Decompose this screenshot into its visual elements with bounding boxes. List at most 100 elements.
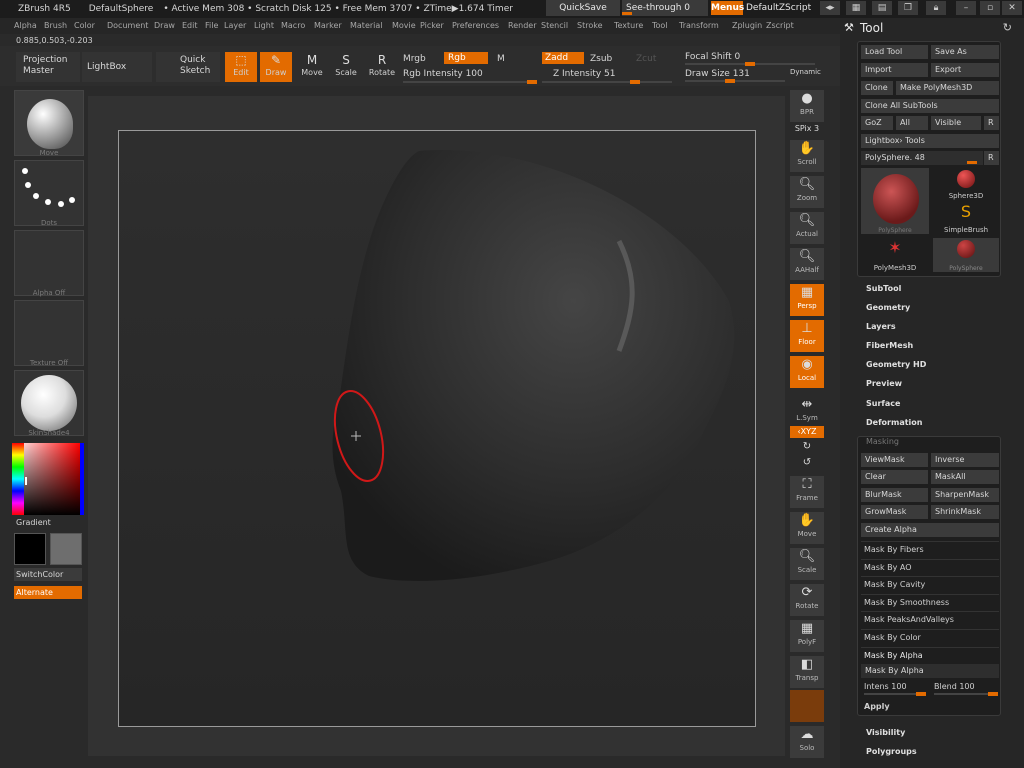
scale-view-button[interactable]: 🔍︎ Scale [790, 548, 824, 580]
ghost-button[interactable] [790, 690, 824, 722]
goz-visible-button[interactable]: Visible [931, 116, 981, 130]
mrgb-button[interactable]: Mrgb [403, 54, 426, 64]
arrows-icon[interactable]: ◂▸ [820, 1, 840, 15]
see-through-slider[interactable]: See-through 0 [622, 0, 708, 16]
subpalette-geometry[interactable]: Geometry [866, 303, 910, 312]
draw-size-slider[interactable] [685, 79, 785, 83]
mask-option-mask-by-cavity[interactable]: Mask By Cavity [861, 576, 999, 592]
layout-icon[interactable]: ▦ [846, 1, 866, 15]
focal-shift-slider[interactable] [685, 62, 815, 66]
transp-button[interactable]: ◧ Transp [790, 656, 824, 688]
frame-button[interactable]: ⛶ Frame [790, 476, 824, 508]
export-button[interactable]: Export [931, 63, 999, 77]
menus-toggle[interactable]: Menus [711, 1, 744, 15]
subpalette-visibility[interactable]: Visibility [866, 728, 905, 737]
goz-r-button[interactable]: R [984, 116, 999, 130]
intens-handle[interactable] [916, 692, 926, 696]
m-button[interactable]: M [497, 54, 505, 64]
brush-thumbnail[interactable] [14, 90, 84, 156]
subpalette-layers[interactable]: Layers [866, 322, 896, 331]
rotate-reverse-icon[interactable]: ↺ [790, 456, 824, 470]
current-tool-slider[interactable]: PolySphere. 48 [861, 151, 983, 165]
goz-button[interactable]: GoZ [861, 116, 893, 130]
sculpt-head-model[interactable] [119, 131, 756, 727]
mask-option-mask-peaksandvalleys[interactable]: Mask PeaksAndValleys [861, 611, 999, 627]
menu-marker[interactable]: Marker [314, 21, 342, 30]
actual-button[interactable]: 🔍︎ Actual [790, 212, 824, 244]
tool-thumb-sphere3d[interactable]: Sphere3D [933, 168, 999, 200]
subpalette-polygroups[interactable]: Polygroups [866, 747, 917, 756]
create-alpha-button[interactable]: Create Alpha [861, 523, 999, 537]
mask-option-mask-by-fibers[interactable]: Mask By Fibers [861, 541, 999, 557]
menu-brush[interactable]: Brush [44, 21, 67, 30]
subpalette-preview[interactable]: Preview [866, 379, 902, 388]
inverse-button[interactable]: Inverse [931, 453, 999, 467]
goz-all-button[interactable]: All [896, 116, 928, 130]
blurmask-button[interactable]: BlurMask [861, 488, 928, 502]
refresh-icon[interactable]: ↻ [1003, 21, 1012, 34]
load-tool-button[interactable]: Load Tool [861, 45, 928, 59]
spix-slider[interactable]: SPix 3 [790, 124, 824, 133]
clone-button[interactable]: Clone [861, 81, 893, 95]
menu-stroke[interactable]: Stroke [577, 21, 603, 30]
subpalette-surface[interactable]: Surface [866, 399, 900, 408]
move-button[interactable]: M Move [296, 52, 328, 82]
local-button[interactable]: ◉ Local [790, 356, 824, 388]
mask-by-alpha-field[interactable]: Mask By Alpha [861, 664, 999, 678]
zadd-button[interactable]: Zadd [542, 52, 584, 64]
lsym-button[interactable]: ⇹ L.Sym [790, 396, 824, 428]
canvas[interactable] [118, 130, 756, 727]
menu-file[interactable]: File [205, 21, 218, 30]
move-view-button[interactable]: ✋ Move [790, 512, 824, 544]
mask-option-mask-by-smoothness[interactable]: Mask By Smoothness [861, 593, 999, 610]
viewmask-button[interactable]: ViewMask [861, 453, 928, 467]
windows-icon[interactable]: ❐ [898, 1, 918, 15]
tool-thumb-polysphere[interactable]: PolySphere [933, 238, 999, 272]
subpalette-fibermesh[interactable]: FiberMesh [866, 341, 913, 350]
masking-title[interactable]: Masking [866, 437, 899, 446]
rotate-button[interactable]: R Rotate [366, 52, 398, 82]
xyz-button[interactable]: ‹XYZ [790, 426, 824, 438]
projection-master-button[interactable]: Projection Master [16, 52, 80, 82]
color-picker[interactable] [12, 443, 84, 515]
menu-preferences[interactable]: Preferences [452, 21, 499, 30]
sharpenmask-button[interactable]: SharpenMask [931, 488, 999, 502]
menu-stencil[interactable]: Stencil [541, 21, 568, 30]
polyf-button[interactable]: ▦ PolyF [790, 620, 824, 652]
draw-button[interactable]: ✎ Draw [260, 52, 292, 82]
z-intensity-slider[interactable] [542, 80, 672, 84]
alternate-button[interactable]: Alternate [14, 586, 82, 599]
subpalette-geometry-hd[interactable]: Geometry HD [866, 360, 926, 369]
draw-size-handle[interactable] [725, 79, 735, 83]
mask-option-mask-by-alpha[interactable]: Mask By Alpha [861, 646, 999, 663]
lightbox-tools-button[interactable]: Lightbox› Tools [861, 134, 999, 148]
zsub-button[interactable]: Zsub [590, 54, 612, 64]
zcut-button[interactable]: Zcut [636, 54, 656, 64]
aahalf-button[interactable]: 🔍︎ AAHalf [790, 248, 824, 280]
switchcolor-button[interactable]: SwitchColor [14, 568, 82, 581]
floor-button[interactable]: ⊥ Floor [790, 320, 824, 352]
menu-tool[interactable]: Tool [652, 21, 668, 30]
subpalette-deformation[interactable]: Deformation [866, 418, 922, 427]
apply-button[interactable]: Apply [864, 702, 890, 711]
lightbox-button[interactable]: LightBox [82, 52, 152, 82]
menu-texture[interactable]: Texture [614, 21, 643, 30]
z-intensity-handle[interactable] [630, 80, 640, 84]
menu-layer[interactable]: Layer [224, 21, 246, 30]
quicksave-button[interactable]: QuickSave [546, 0, 620, 16]
gradient-toggle[interactable]: Gradient [16, 518, 51, 527]
menu-movie[interactable]: Movie [392, 21, 416, 30]
menu-draw[interactable]: Draw [154, 21, 175, 30]
bpr-button[interactable]: ● BPR [790, 90, 824, 122]
tool-r-button[interactable]: R [984, 151, 999, 165]
maskall-button[interactable]: MaskAll [931, 470, 999, 484]
rgb-button[interactable]: Rgb [444, 52, 488, 64]
menu-edit[interactable]: Edit [182, 21, 198, 30]
focal-shift-handle[interactable] [745, 62, 755, 66]
blend-slider[interactable] [934, 692, 998, 696]
rgb-intensity-slider[interactable] [403, 80, 537, 84]
tool-thumb-simplebrush[interactable]: S SimpleBrush [933, 202, 999, 234]
rgb-intensity-handle[interactable] [527, 80, 537, 84]
lock-icon[interactable]: 🔒︎ [926, 1, 946, 15]
import-button[interactable]: Import [861, 63, 928, 77]
